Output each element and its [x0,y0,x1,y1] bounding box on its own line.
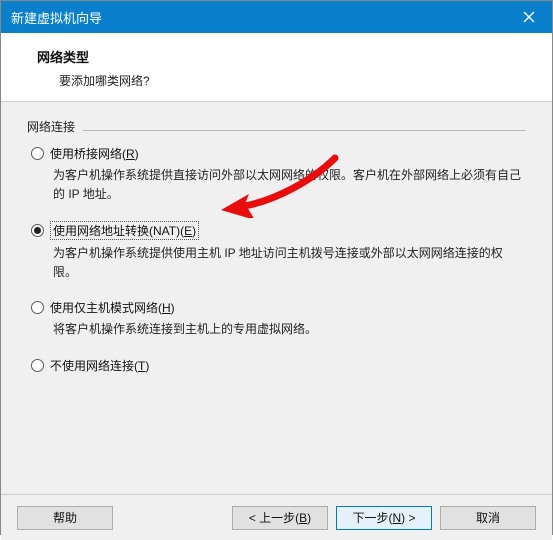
radio-option-none[interactable]: 不使用网络连接(T) [31,357,526,374]
section-label: 网络连接 [27,118,526,135]
radio-description: 为客户机操作系统提供直接访问外部以太网网络的权限。客户机在外部网络上必须有自己的… [53,166,526,203]
wizard-header: 网络类型 要添加哪类网络? [1,33,552,102]
cancel-button[interactable]: 取消 [440,506,536,530]
radio-description: 将客户机操作系统连接到主机上的专用虚拟网络。 [53,320,526,339]
radio-icon [31,301,44,314]
radio-label: 使用网络地址转换(NAT)(E) [50,221,199,240]
radio-icon [31,359,44,372]
back-button[interactable]: < 上一步(B) [232,506,328,530]
groupbox-divider [83,130,526,131]
radio-label: 不使用网络连接(T) [50,357,149,374]
radio-icon [31,224,44,237]
wizard-body: 网络连接 使用桥接网络(R) 为客户机操作系统提供直接访问外部以太网网络的权限。… [1,102,552,494]
page-title: 网络类型 [37,47,542,66]
page-subtitle: 要添加哪类网络? [59,72,542,89]
titlebar: 新建虚拟机向导 [1,1,552,33]
help-button[interactable]: 帮助 [17,506,113,530]
radio-label: 使用桥接网络(R) [50,145,139,162]
radio-icon [31,147,44,160]
window-title: 新建虚拟机向导 [11,8,102,27]
radio-option-hostonly[interactable]: 使用仅主机模式网络(H) 将客户机操作系统连接到主机上的专用虚拟网络。 [31,299,526,339]
wizard-footer: 帮助 < 上一步(B) 下一步(N) > 取消 [1,494,552,540]
radio-description: 为客户机操作系统提供使用主机 IP 地址访问主机拨号连接或外部以太网网络连接的权… [53,244,526,281]
next-button[interactable]: 下一步(N) > [336,506,432,530]
radio-option-nat[interactable]: 使用网络地址转换(NAT)(E) 为客户机操作系统提供使用主机 IP 地址访问主… [31,221,526,281]
close-icon [523,11,535,23]
radio-label: 使用仅主机模式网络(H) [50,299,175,316]
radio-option-bridged[interactable]: 使用桥接网络(R) 为客户机操作系统提供直接访问外部以太网网络的权限。客户机在外… [31,145,526,203]
close-button[interactable] [506,1,552,33]
